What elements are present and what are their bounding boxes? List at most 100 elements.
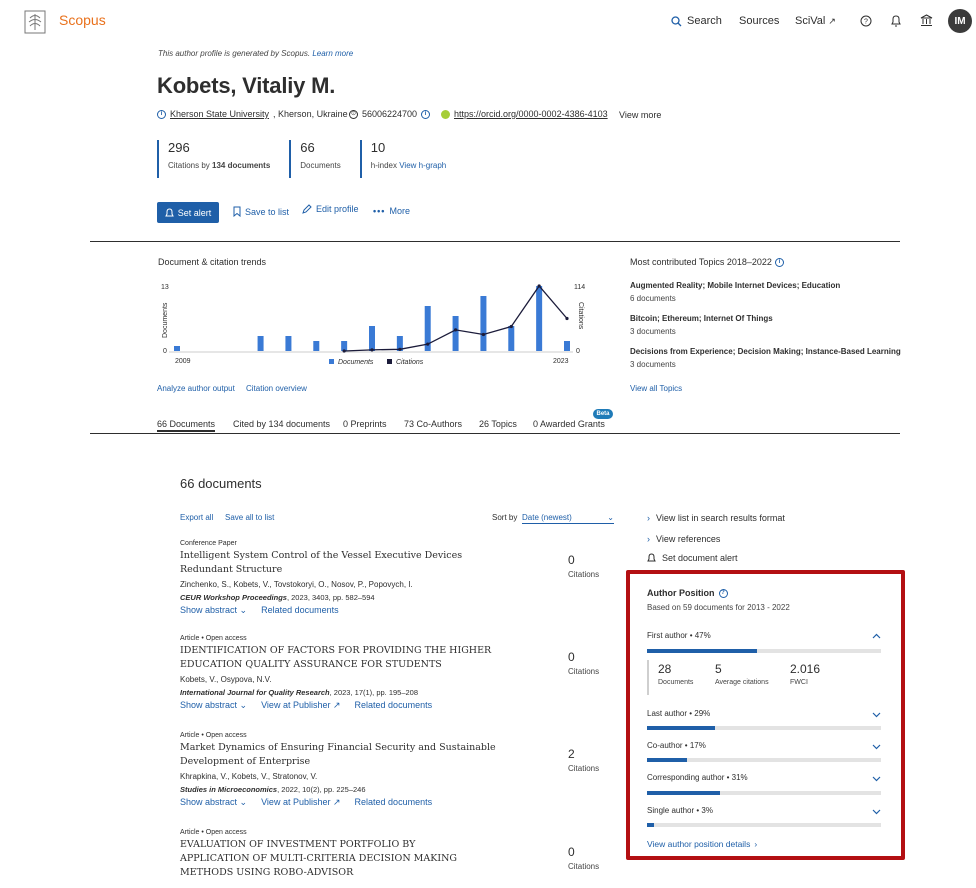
- view-all-topics-link[interactable]: View all Topics: [630, 384, 682, 393]
- citation-count: 0 Citations: [568, 553, 600, 579]
- help-icon[interactable]: ?: [718, 588, 728, 598]
- divider: [90, 241, 900, 242]
- edit-profile-button[interactable]: Edit profile: [302, 204, 359, 214]
- doc-authors[interactable]: Zinchenko, S., Kobets, V., Tovstokoryi, …: [180, 580, 500, 589]
- bar-documents: [257, 336, 264, 351]
- topics-title-text: Most contributed Topics 2018–2022: [630, 257, 772, 267]
- doc-title[interactable]: Market Dynamics of Ensuring Financial Se…: [180, 741, 500, 769]
- set-document-alert-label: Set document alert: [662, 553, 738, 563]
- avatar[interactable]: IM: [948, 9, 972, 33]
- elsevier-logo-icon[interactable]: [24, 10, 46, 34]
- save-to-list-button[interactable]: Save to list: [233, 206, 289, 217]
- help-icon[interactable]: ?: [860, 15, 872, 29]
- show-abstract-link[interactable]: Show abstract ⌄: [180, 797, 247, 808]
- list-item: Article • Open access EVALUATION OF INVE…: [180, 829, 480, 880]
- tab-topics[interactable]: 26 Topics: [479, 419, 517, 429]
- author-position-row[interactable]: Last author • 29%: [647, 709, 710, 718]
- set-alert-button[interactable]: Set alert: [157, 202, 219, 223]
- save-all-link[interactable]: Save all to list: [225, 513, 274, 522]
- learn-more-link[interactable]: Learn more: [312, 49, 353, 58]
- view-more-link[interactable]: View more: [619, 110, 661, 120]
- doc-authors[interactable]: Khrapkina, V., Kobets, V., Stratonov, V.: [180, 772, 500, 781]
- view-at-publisher-link[interactable]: View at Publisher ↗: [261, 797, 340, 808]
- more-button[interactable]: ••• More: [373, 206, 410, 216]
- nav-search[interactable]: Search: [671, 15, 722, 27]
- sort-select[interactable]: Date (newest) ⌄: [522, 511, 614, 524]
- bar-documents: [285, 336, 292, 351]
- doc-title[interactable]: IDENTIFICATION OF FACTORS FOR PROVIDING …: [180, 644, 500, 672]
- affiliation-link[interactable]: Kherson State University: [170, 109, 269, 119]
- tab-preprints[interactable]: 0 Preprints: [343, 419, 387, 429]
- view-references-label: View references: [656, 534, 721, 544]
- documents-count: 66: [300, 140, 315, 155]
- position-progress-fill: [647, 791, 720, 795]
- scopus-brand[interactable]: Scopus: [59, 12, 106, 28]
- legend-documents-label: Documents: [338, 359, 374, 366]
- info-icon[interactable]: i: [157, 109, 166, 119]
- author-position-row[interactable]: Co-author • 17%: [647, 741, 706, 750]
- chevron-up-icon[interactable]: [872, 632, 881, 641]
- author-id-info-icon[interactable]: i: [421, 109, 431, 119]
- citations-label: Citations by 134 documents: [168, 161, 271, 170]
- view-h-graph-link[interactable]: View h-graph: [399, 161, 446, 170]
- orcid-icon: [441, 109, 450, 119]
- doc-authors[interactable]: Kobets, V., Osypova, N.V.: [180, 675, 500, 684]
- stat-documents: 28 Documents: [658, 662, 693, 686]
- view-at-publisher-link[interactable]: View at Publisher ↗: [261, 700, 340, 711]
- chevron-down-icon[interactable]: [872, 774, 881, 783]
- details-label: View author position details: [647, 839, 751, 849]
- tab-awarded-grants[interactable]: 0 Awarded Grants: [533, 419, 605, 429]
- view-references-link[interactable]: › View references: [647, 534, 720, 544]
- chevron-down-icon[interactable]: [872, 807, 881, 816]
- position-progress-fill: [647, 726, 715, 730]
- tab-cited-by[interactable]: Cited by 134 documents: [233, 419, 330, 429]
- orcid-link[interactable]: https://orcid.org/0000-0002-4386-4103: [454, 109, 608, 119]
- analyze-output-link[interactable]: Analyze author output: [157, 384, 235, 393]
- legend-citations-label: Citations: [396, 359, 424, 366]
- institution-icon[interactable]: [920, 14, 933, 29]
- divider: [90, 433, 900, 434]
- save-to-list-label: Save to list: [245, 206, 290, 217]
- svg-text:?: ?: [864, 19, 868, 26]
- chevron-down-icon: ⌄: [239, 700, 248, 710]
- chevron-down-icon[interactable]: [872, 742, 881, 751]
- tab-documents[interactable]: 66 Documents: [157, 419, 215, 429]
- nav-scival[interactable]: SciVal ↗: [795, 15, 836, 27]
- active-tab-indicator: [157, 430, 215, 432]
- author-position-row[interactable]: Single author • 3%: [647, 806, 713, 815]
- topic-item[interactable]: Augmented Reality; Mobile Internet Devic…: [630, 281, 840, 303]
- list-item: Conference Paper Intelligent System Cont…: [180, 540, 500, 616]
- topic-item[interactable]: Decisions from Experience; Decision Maki…: [630, 347, 901, 369]
- topics-info-icon[interactable]: i: [774, 257, 784, 267]
- bar-documents: [369, 326, 375, 351]
- topic-item[interactable]: Bitcoin; Ethereum; Internet Of Things 3 …: [630, 314, 773, 336]
- list-item: Article • Open access IDENTIFICATION OF …: [180, 635, 500, 711]
- view-author-position-details-link[interactable]: View author position details ›: [647, 839, 757, 849]
- citation-overview-link[interactable]: Citation overview: [246, 384, 307, 393]
- bell-icon[interactable]: [890, 14, 902, 29]
- show-abstract-link[interactable]: Show abstract ⌄: [180, 700, 247, 711]
- related-documents-link[interactable]: Related documents: [261, 605, 339, 616]
- show-abstract-link[interactable]: Show abstract ⌄: [180, 605, 247, 616]
- nav-sources[interactable]: Sources: [739, 15, 779, 27]
- trends-chart: 13 0 114 0 2009 2023 Documents Citations Documen…: [161, 284, 585, 366]
- author-position-row[interactable]: Corresponding author • 31%: [647, 773, 748, 782]
- export-all-link[interactable]: Export all: [180, 513, 213, 522]
- view-list-label: View list in search results format: [656, 513, 785, 523]
- doc-title[interactable]: EVALUATION OF INVESTMENT PORTFOLIO BY AP…: [180, 838, 480, 880]
- sort-label: Sort by: [492, 513, 518, 522]
- related-documents-link[interactable]: Related documents: [355, 797, 433, 808]
- doc-title[interactable]: Intelligent System Control of the Vessel…: [180, 549, 500, 577]
- set-document-alert-link[interactable]: Set document alert: [647, 553, 738, 563]
- author-position-row[interactable]: First author • 47%: [647, 631, 711, 640]
- set-alert-label: Set alert: [177, 207, 212, 218]
- tab-co-authors[interactable]: 73 Co-Authors: [404, 419, 462, 429]
- stat-average-citations: 5 Average citations: [715, 662, 769, 686]
- bar-documents: [174, 346, 180, 351]
- stat-value: 5: [715, 662, 722, 676]
- bookmark-icon: [233, 206, 241, 217]
- position-label: Corresponding author: [647, 773, 725, 782]
- view-list-link[interactable]: › View list in search results format: [647, 513, 785, 523]
- chevron-down-icon[interactable]: [872, 710, 881, 719]
- related-documents-link[interactable]: Related documents: [355, 700, 433, 711]
